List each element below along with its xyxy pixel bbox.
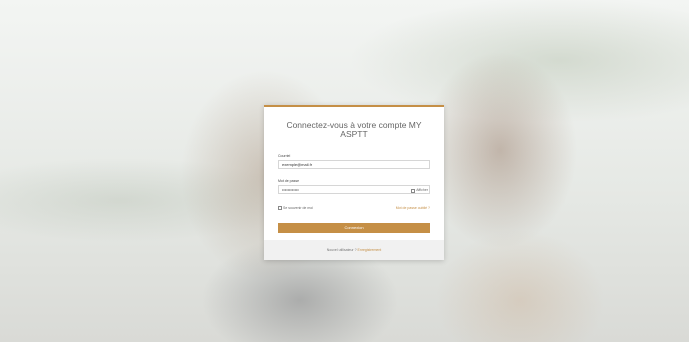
- register-link[interactable]: Enregistrement: [358, 248, 382, 252]
- password-field[interactable]: •••••••••••• Afficher: [278, 185, 430, 194]
- login-title: Connectez-vous à votre compte MY ASPTT: [286, 120, 422, 139]
- remember-me[interactable]: Se souvenir de moi: [278, 206, 313, 210]
- show-password-toggle[interactable]: Afficher: [411, 187, 428, 194]
- footer-text: Nouvel utilisateur ?: [326, 248, 357, 252]
- show-password-checkbox[interactable]: [411, 188, 416, 193]
- remember-checkbox[interactable]: [278, 206, 282, 210]
- password-label: Mot de passe: [278, 179, 300, 183]
- email-label: Courriel: [278, 154, 291, 158]
- email-field[interactable]: exemple@mail.fr: [278, 160, 430, 169]
- show-password-label: Afficher: [416, 188, 428, 192]
- forgot-password-link[interactable]: Mot de passe oublié ?: [396, 206, 430, 210]
- remember-label: Se souvenir de moi: [283, 206, 313, 210]
- login-button[interactable]: Connexion: [278, 223, 430, 233]
- login-card: Connectez-vous à votre compte MY ASPTT C…: [264, 105, 444, 260]
- card-footer: Nouvel utilisateur ? Enregistrement: [264, 240, 444, 260]
- password-value: ••••••••••••: [282, 187, 299, 192]
